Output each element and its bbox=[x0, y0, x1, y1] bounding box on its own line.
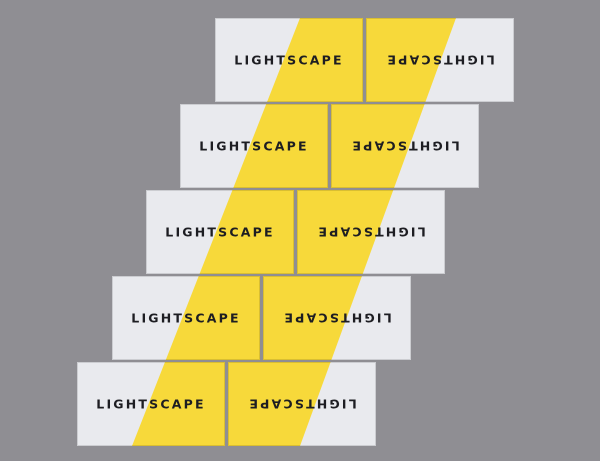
lightscape-wordmark-right: LIGHTSCAPE bbox=[282, 311, 391, 326]
lightscape-wordmark-left: LIGHTSCAPE bbox=[165, 225, 274, 240]
lightscape-wordmark-right: LIGHTSCAPE bbox=[247, 397, 356, 412]
lightscape-wordmark-left: LIGHTSCAPE bbox=[234, 53, 343, 68]
lightscape-wordmark-right: LIGHTSCAPE bbox=[316, 225, 425, 240]
lightscape-wordmark-right: LIGHTSCAPE bbox=[385, 53, 494, 68]
lightscape-wordmark-left: LIGHTSCAPE bbox=[199, 139, 308, 154]
lightscape-wordmark-left: LIGHTSCAPE bbox=[96, 397, 205, 412]
lightscape-wordmark-right: LIGHTSCAPE bbox=[350, 139, 459, 154]
lightscape-wordmark-left: LIGHTSCAPE bbox=[131, 311, 240, 326]
business-card-arrangement: LIGHTSCAPE LIGHTSCAPE LIGHTSCAPE LIGHTSCAPE… bbox=[0, 0, 600, 461]
